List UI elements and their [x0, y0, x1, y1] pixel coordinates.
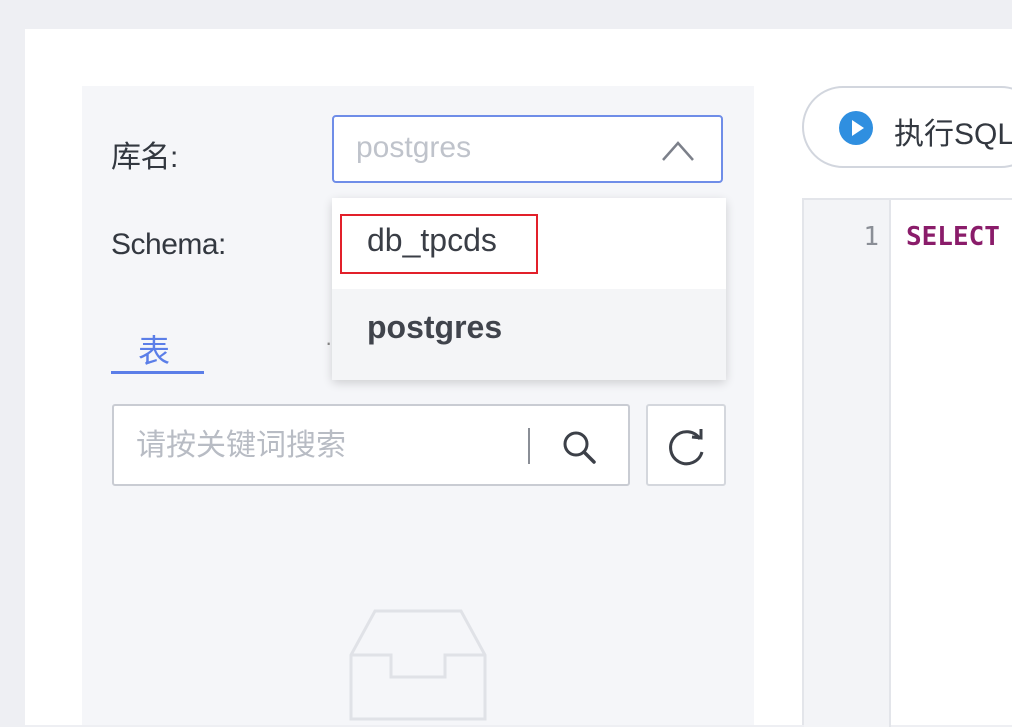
code-keyword: SELECT: [906, 222, 1000, 252]
line-number: 1: [863, 222, 879, 252]
run-sql-label: 执行SQL: [894, 118, 1012, 151]
database-select[interactable]: postgres: [332, 115, 723, 183]
chevron-up-icon: [662, 141, 694, 161]
search-divider: [528, 428, 530, 464]
refresh-icon: [669, 429, 704, 466]
refresh-button[interactable]: [646, 404, 726, 486]
dropdown-option-label: postgres: [367, 309, 503, 345]
run-sql-button[interactable]: 执行SQL: [802, 86, 1012, 168]
tab-table-label: 表: [138, 333, 171, 369]
sql-editor[interactable]: 1 SELECT: [802, 198, 1012, 727]
empty-inbox-icon: [349, 609, 487, 721]
editor-gutter: 1: [804, 200, 891, 727]
tab-table[interactable]: 表: [111, 322, 204, 374]
play-circle-icon: [839, 111, 873, 145]
highlight-box: [340, 214, 538, 274]
schema-label: Schema:: [111, 228, 226, 261]
database-select-value: postgres: [356, 131, 472, 164]
search-icon[interactable]: [560, 428, 598, 466]
search-box: [112, 404, 630, 486]
database-label: 库名:: [111, 141, 178, 174]
search-input[interactable]: [134, 422, 518, 470]
dropdown-option-postgres[interactable]: postgres: [332, 289, 726, 380]
